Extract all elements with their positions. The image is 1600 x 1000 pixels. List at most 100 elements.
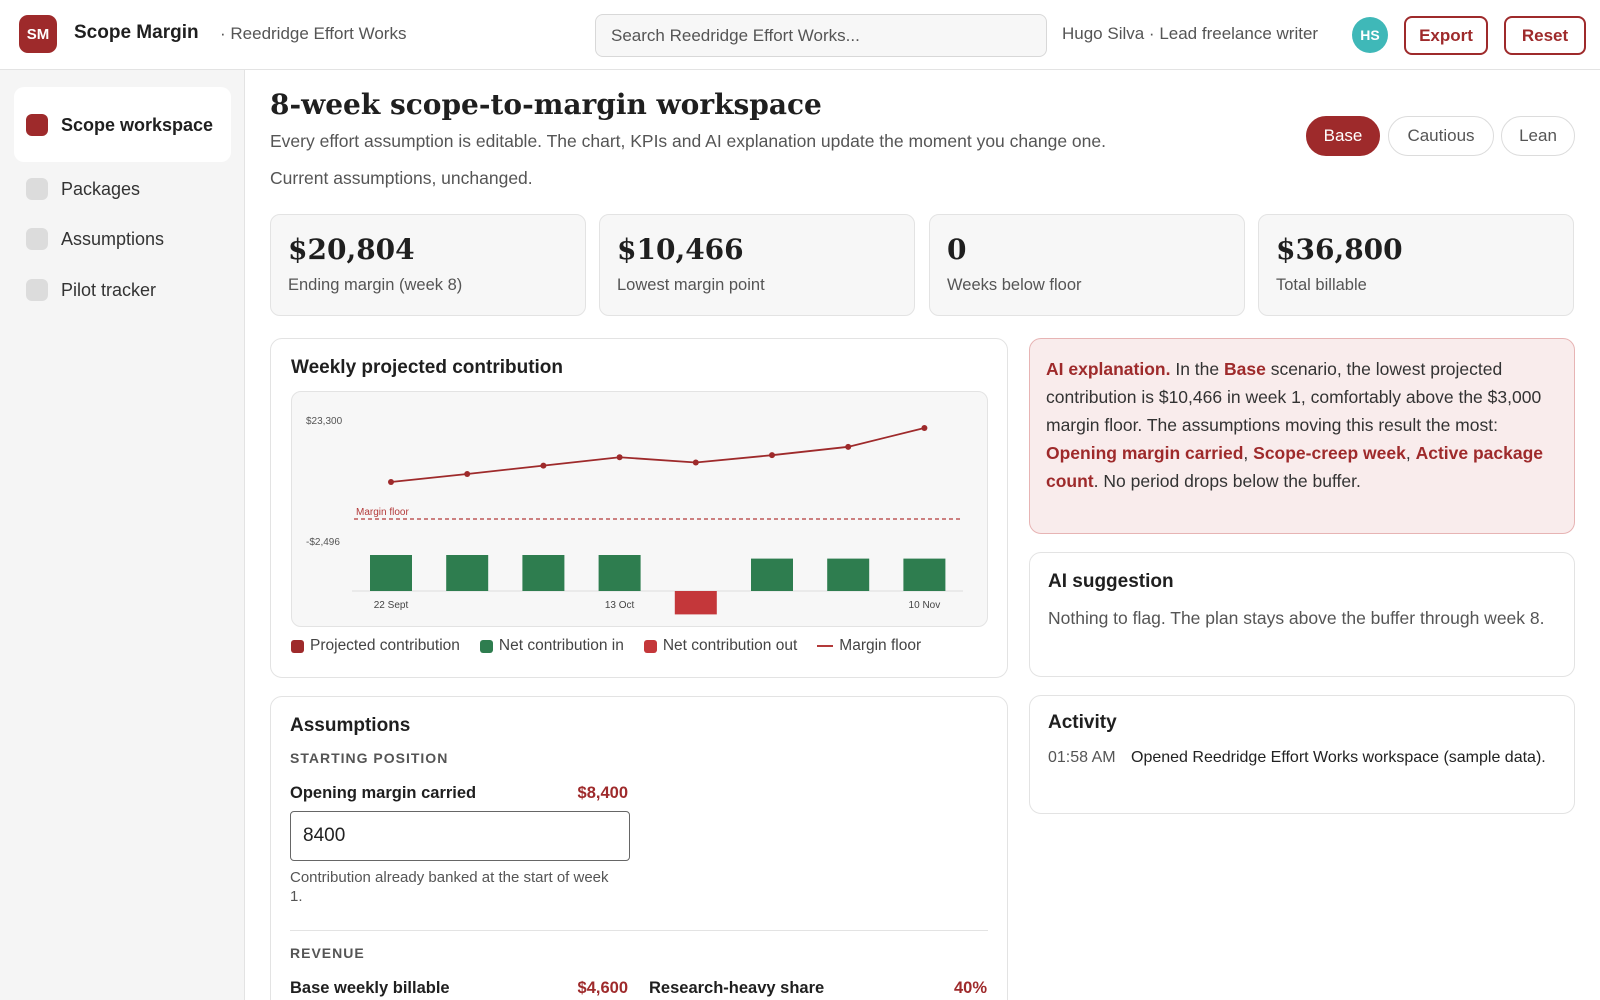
x-tick-label: 10 Nov xyxy=(909,600,941,611)
assumptions-title: Assumptions xyxy=(290,715,411,736)
ai-suggestion-card: AI suggestion Nothing to flag. The plan … xyxy=(1029,552,1575,677)
app-logo[interactable]: SM xyxy=(19,15,57,53)
status-text: Current assumptions, unchanged. xyxy=(270,168,533,188)
legend-label: Margin floor xyxy=(839,637,922,654)
kpi-value: 0 xyxy=(947,233,967,266)
y-tick-label: $23,300 xyxy=(306,416,343,427)
ai-explanation-lead: AI explanation. xyxy=(1046,359,1171,379)
kpi-label: Ending margin (week 8) xyxy=(288,276,463,294)
margin-floor-label: Margin floor xyxy=(356,507,409,518)
ai-scenario: Base xyxy=(1223,359,1266,379)
kpi-value: $20,804 xyxy=(288,233,415,266)
sidebar-item-scope-workspace[interactable]: Scope workspace xyxy=(14,87,231,162)
kpi-value: $36,800 xyxy=(1276,233,1403,266)
activity-item: 01:58 AM Opened Reedridge Effort Works w… xyxy=(1048,746,1556,770)
net-in-bar xyxy=(598,555,641,591)
avatar[interactable]: HS xyxy=(1352,17,1388,53)
activity-time: 01:58 AM xyxy=(1048,749,1116,766)
activity-text: Opened Reedridge Effort Works workspace … xyxy=(1131,749,1546,766)
kpi-weeks-below-floor: 0 Weeks below floor xyxy=(929,214,1245,316)
page-title: 8-week scope-to-margin workspace xyxy=(270,88,822,121)
net-in-bar xyxy=(522,555,565,591)
ai-text: , xyxy=(1405,443,1416,463)
sidebar-item-packages[interactable]: Packages xyxy=(14,170,231,208)
starting-position-label: STARTING POSITION xyxy=(290,750,449,766)
section-divider xyxy=(290,930,988,931)
legend-margin-floor: Margin floor xyxy=(817,637,921,655)
legend-label: Net contribution out xyxy=(662,637,798,654)
kpi-ending-margin: $20,804 Ending margin (week 8) xyxy=(270,214,586,316)
legend-label: Projected contribution xyxy=(310,637,460,654)
ai-suggestion-text: Nothing to flag. The plan stays above th… xyxy=(1048,608,1545,628)
revenue-label: REVENUE xyxy=(290,945,365,961)
reset-button[interactable]: Reset xyxy=(1504,16,1586,55)
search-input[interactable] xyxy=(595,14,1047,57)
projected-point xyxy=(692,459,699,466)
projected-point xyxy=(845,443,852,450)
ai-suggestion-title: AI suggestion xyxy=(1048,571,1174,592)
ai-driver-opening-margin[interactable]: Opening margin carried xyxy=(1046,443,1243,463)
kpi-label: Total billable xyxy=(1276,276,1367,294)
legend-net-in: Net contribution in xyxy=(479,637,624,655)
legend-swatch xyxy=(643,639,657,653)
kpi-total-billable: $36,800 Total billable xyxy=(1258,214,1574,316)
sidebar-item-label: Scope workspace xyxy=(61,114,214,135)
sidebar-item-label: Pilot tracker xyxy=(61,279,157,300)
kpi-label: Weeks below floor xyxy=(947,276,1082,294)
assumptions-card: Assumptions STARTING POSITION Opening ma… xyxy=(270,696,1008,1000)
chart-legend: Projected contribution Net contribution … xyxy=(291,637,941,655)
sidebar-item-pilot-tracker[interactable]: Pilot tracker xyxy=(14,271,231,309)
projected-point xyxy=(540,462,547,469)
legend-swatch xyxy=(291,639,304,653)
opening-margin-input[interactable] xyxy=(290,811,630,861)
chart-card: Weekly projected contribution Margin flo… xyxy=(270,338,1008,678)
research-share-label: Research-heavy share xyxy=(649,979,825,997)
sidebar-item-assumptions[interactable]: Assumptions xyxy=(14,220,231,258)
x-tick-label: 22 Sept xyxy=(374,600,409,611)
sidebar: Scope workspace Packages Assumptions Pil… xyxy=(0,70,245,1000)
kpi-lowest-margin: $10,466 Lowest margin point xyxy=(599,214,915,316)
kpi-label: Lowest margin point xyxy=(617,276,765,294)
ai-explanation-card: AI explanation. In the Base scenario, th… xyxy=(1029,338,1575,534)
kpi-value: $10,466 xyxy=(617,233,744,266)
chart-area: Margin floor $23,300 -$2,496 22 Sept 13 Oct 1… xyxy=(291,391,988,627)
ai-text: . No period drops below the buffer. xyxy=(1093,471,1361,491)
net-in-bar xyxy=(370,555,412,591)
projected-contribution-line xyxy=(390,427,925,483)
net-in-bar xyxy=(751,558,793,591)
activity-card: Activity 01:58 AM Opened Reedridge Effor… xyxy=(1029,695,1575,814)
net-in-bar xyxy=(903,558,946,591)
opening-margin-value: $8,400 xyxy=(577,784,628,802)
org-name: · Reedridge Effort Works xyxy=(220,24,407,43)
legend-swatch xyxy=(479,639,493,653)
sidebar-item-label: Packages xyxy=(61,178,141,199)
pilot-tracker-icon xyxy=(26,279,48,301)
scope-workspace-icon xyxy=(26,113,48,136)
activity-title: Activity xyxy=(1048,712,1117,733)
projected-point xyxy=(769,452,775,459)
projected-point xyxy=(464,470,471,477)
user-label: Hugo Silva · Lead freelance writer xyxy=(1062,24,1319,43)
x-tick-label: 13 Oct xyxy=(605,600,635,611)
projected-point xyxy=(921,425,928,431)
projected-point xyxy=(616,454,623,461)
page-subtitle: Every effort assumption is editable. The… xyxy=(270,131,1106,151)
scenario-lean-button[interactable]: Lean xyxy=(1501,116,1575,156)
net-in-bar xyxy=(827,558,870,591)
app-name: Scope Margin xyxy=(74,22,199,43)
legend-line xyxy=(817,645,834,647)
scenario-base-button[interactable]: Base xyxy=(1306,116,1380,156)
scenario-cautious-button[interactable]: Cautious xyxy=(1388,116,1494,156)
projected-point xyxy=(388,479,394,485)
ai-driver-scope-creep[interactable]: Scope-creep week xyxy=(1253,443,1406,463)
opening-margin-help: Contribution already banked at the start… xyxy=(290,869,609,905)
ai-text: , xyxy=(1243,443,1254,463)
packages-icon xyxy=(26,178,48,200)
export-button[interactable]: Export xyxy=(1404,16,1488,55)
opening-margin-label: Opening margin carried xyxy=(290,784,477,802)
research-share-value: 40% xyxy=(953,979,987,997)
legend-label: Net contribution in xyxy=(498,637,624,654)
net-out-bar xyxy=(674,591,717,615)
y-tick-label: -$2,496 xyxy=(306,537,340,548)
net-in-bar xyxy=(446,555,489,591)
